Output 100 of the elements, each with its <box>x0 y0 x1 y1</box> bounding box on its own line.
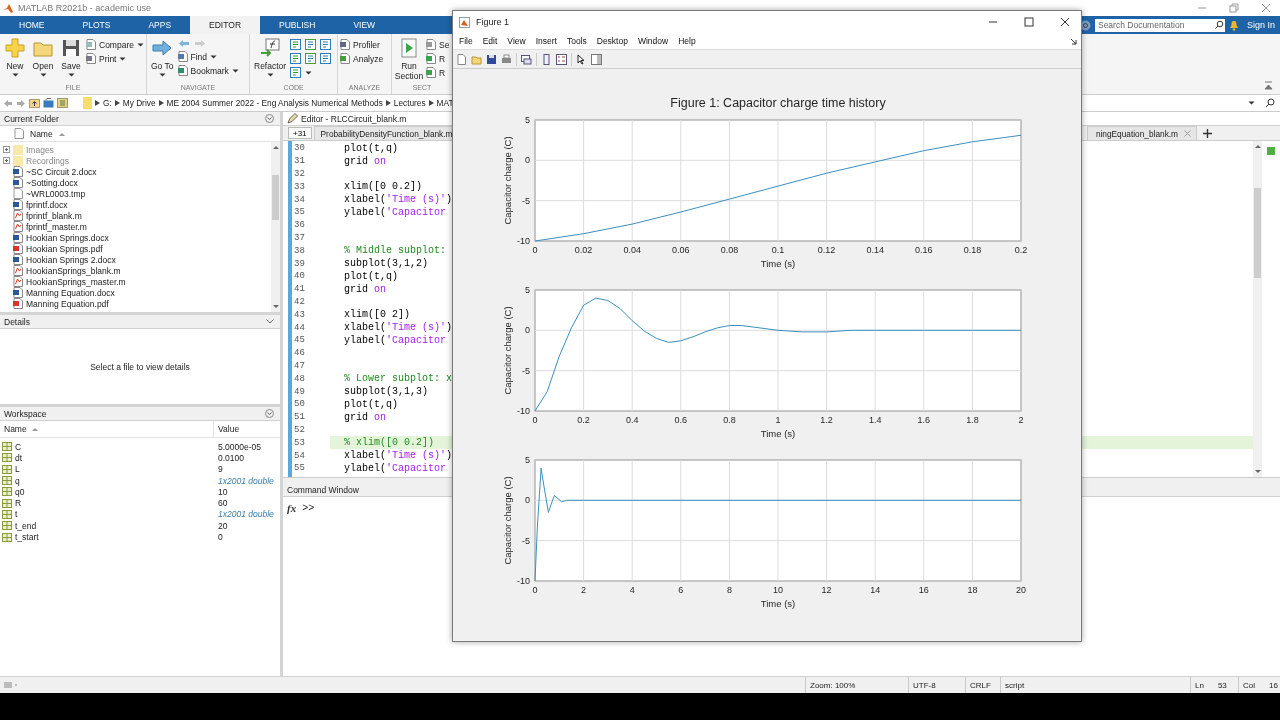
variable-name[interactable]: t_start <box>15 532 39 542</box>
toolstrip-button[interactable]: Analyze <box>340 53 384 64</box>
sign-in-link[interactable]: Sign In <box>1246 20 1275 30</box>
browse-folder-icon[interactable] <box>43 98 54 108</box>
menu-item[interactable]: Tools <box>562 36 593 46</box>
variable-name[interactable]: t_end <box>15 520 37 531</box>
bell-icon[interactable] <box>1228 19 1239 31</box>
file-name[interactable]: Manning Equation.pdf <box>26 298 109 309</box>
path-segment[interactable]: G: <box>103 98 112 108</box>
code-tool-icon[interactable] <box>305 53 317 64</box>
toolstrip-button[interactable]: R <box>426 53 450 64</box>
ribbon-tab[interactable]: VIEW <box>334 16 395 34</box>
legend-icon[interactable] <box>556 53 567 65</box>
close-icon[interactable] <box>1060 17 1070 27</box>
panel-menu-icon[interactable] <box>265 114 274 123</box>
toolstrip-button[interactable]: Profiler <box>340 39 384 50</box>
file-name[interactable]: HookianSprings_blank.m <box>26 265 121 276</box>
up-folder-icon[interactable] <box>29 98 40 108</box>
scrollbar[interactable] <box>1253 141 1262 477</box>
menu-item[interactable]: Help <box>674 36 702 46</box>
toolstrip-button[interactable]: R <box>426 67 450 78</box>
ribbon-tab[interactable]: HOME <box>0 16 64 34</box>
menu-item[interactable]: View <box>503 36 532 46</box>
document-tab[interactable]: ProbabilityDensityFunction_blank.m <box>313 126 455 140</box>
colorbar-icon[interactable] <box>541 53 552 65</box>
file-name[interactable]: Hookian Springs.pdf <box>26 243 103 254</box>
dock-icon[interactable] <box>1070 37 1077 45</box>
pointer-icon[interactable] <box>576 53 587 65</box>
chevron-down-icon[interactable] <box>266 319 274 324</box>
toolstrip-button[interactable]: Find <box>177 51 239 62</box>
toolstrip-button[interactable]: Bookmark <box>177 65 239 76</box>
file-name[interactable]: Manning Equation.docx <box>26 287 115 298</box>
collapse-toolstrip-icon[interactable] <box>1264 81 1273 90</box>
code-tool-icon[interactable] <box>320 53 332 64</box>
file-name[interactable]: ~SC Circuit 2.docx <box>26 166 97 177</box>
tab-overflow-button[interactable]: +31 <box>288 127 312 139</box>
scrollbar-thumb[interactable] <box>272 174 279 220</box>
resize-grip-icon[interactable] <box>4 681 18 689</box>
menu-item[interactable]: Window <box>633 36 675 46</box>
file-name[interactable]: ~Sotting.docx <box>26 177 78 188</box>
toolstrip-button[interactable]: Compare <box>86 39 144 50</box>
link-figure-icon[interactable] <box>521 53 532 65</box>
folder-name[interactable]: Recordings <box>26 155 69 166</box>
expand-icon[interactable] <box>3 157 10 164</box>
ribbon-tab[interactable]: PUBLISH <box>260 16 335 34</box>
new-file-icon[interactable] <box>456 53 467 65</box>
path-segment[interactable]: My Drive <box>122 98 156 108</box>
maximize-icon[interactable] <box>1024 17 1034 27</box>
path-segment[interactable]: Lectures <box>393 98 426 108</box>
ribbon-tab[interactable]: EDITOR <box>190 16 261 34</box>
ribbon-tab[interactable]: PLOTS <box>63 16 130 34</box>
code-tool-icon[interactable] <box>320 39 332 50</box>
toolstrip-button[interactable]: Save <box>58 37 84 77</box>
file-name[interactable]: ~WRL0003.tmp <box>26 188 86 199</box>
file-name[interactable]: fprintf_blank.m <box>26 210 82 221</box>
file-name[interactable]: fprintf_master.m <box>26 221 87 232</box>
sort-ascending-icon[interactable] <box>58 131 65 136</box>
expand-icon[interactable] <box>3 146 10 153</box>
function-browser-icon[interactable]: fx <box>287 502 297 514</box>
toolstrip-button[interactable]: Se <box>426 39 450 50</box>
file-name[interactable]: fprintf.docx <box>26 199 68 210</box>
toolstrip-button[interactable]: Run Section <box>394 37 424 81</box>
search-field[interactable]: Search Documentation <box>1094 18 1213 32</box>
panel-menu-icon[interactable] <box>265 409 274 418</box>
variable-name[interactable]: R <box>15 498 22 509</box>
code-tool-icon[interactable] <box>290 39 302 50</box>
variable-name[interactable]: q0 <box>15 486 25 497</box>
scrollbar-thumb[interactable] <box>1254 188 1261 278</box>
menu-item[interactable]: Desktop <box>592 36 634 46</box>
toolstrip-button[interactable]: Go To <box>149 37 176 77</box>
column-header[interactable]: Name <box>4 424 27 434</box>
sort-ascending-icon[interactable] <box>31 427 38 431</box>
file-name[interactable]: Hookian Springs.docx <box>26 232 109 243</box>
code-tool-icon[interactable] <box>305 39 317 50</box>
scrollbar[interactable] <box>271 142 280 312</box>
file-name[interactable]: Hookian Springs 2.docx <box>26 254 116 265</box>
file-name[interactable]: HookianSprings_master.m <box>26 276 126 287</box>
variable-name[interactable]: C <box>15 441 22 452</box>
variable-name[interactable]: t <box>15 509 18 520</box>
menu-item[interactable]: Edit <box>478 36 504 46</box>
back-arrow-icon[interactable] <box>3 98 13 108</box>
menu-item[interactable]: File <box>455 36 479 46</box>
menu-item[interactable]: Insert <box>531 36 563 46</box>
folder-name[interactable]: Images <box>26 144 54 155</box>
forward-arrow-icon[interactable] <box>16 98 26 108</box>
variable-name[interactable]: L <box>15 464 20 475</box>
toolstrip-button[interactable]: Refactor <box>252 37 289 77</box>
column-header[interactable]: Name <box>30 128 53 139</box>
path-segment[interactable]: ME 2004 Summer 2022 - Eng Analysis Numerical Methods <box>166 98 383 108</box>
toolstrip-button[interactable]: Open <box>30 37 56 77</box>
path-segment[interactable]: MAT <box>436 98 454 108</box>
toolstrip-button[interactable]: New <box>2 37 28 77</box>
variable-name[interactable]: q <box>15 475 20 486</box>
toolstrip-button[interactable]: Print <box>86 53 144 64</box>
ribbon-tab[interactable]: APPS <box>129 16 191 34</box>
code-tool-icon[interactable] <box>290 67 302 78</box>
property-editor-icon[interactable] <box>591 53 602 65</box>
document-tab[interactable]: ningEquation_blank.m <box>1086 126 1197 140</box>
column-header[interactable]: Value <box>214 424 240 434</box>
code-tool-icon[interactable] <box>290 53 302 64</box>
